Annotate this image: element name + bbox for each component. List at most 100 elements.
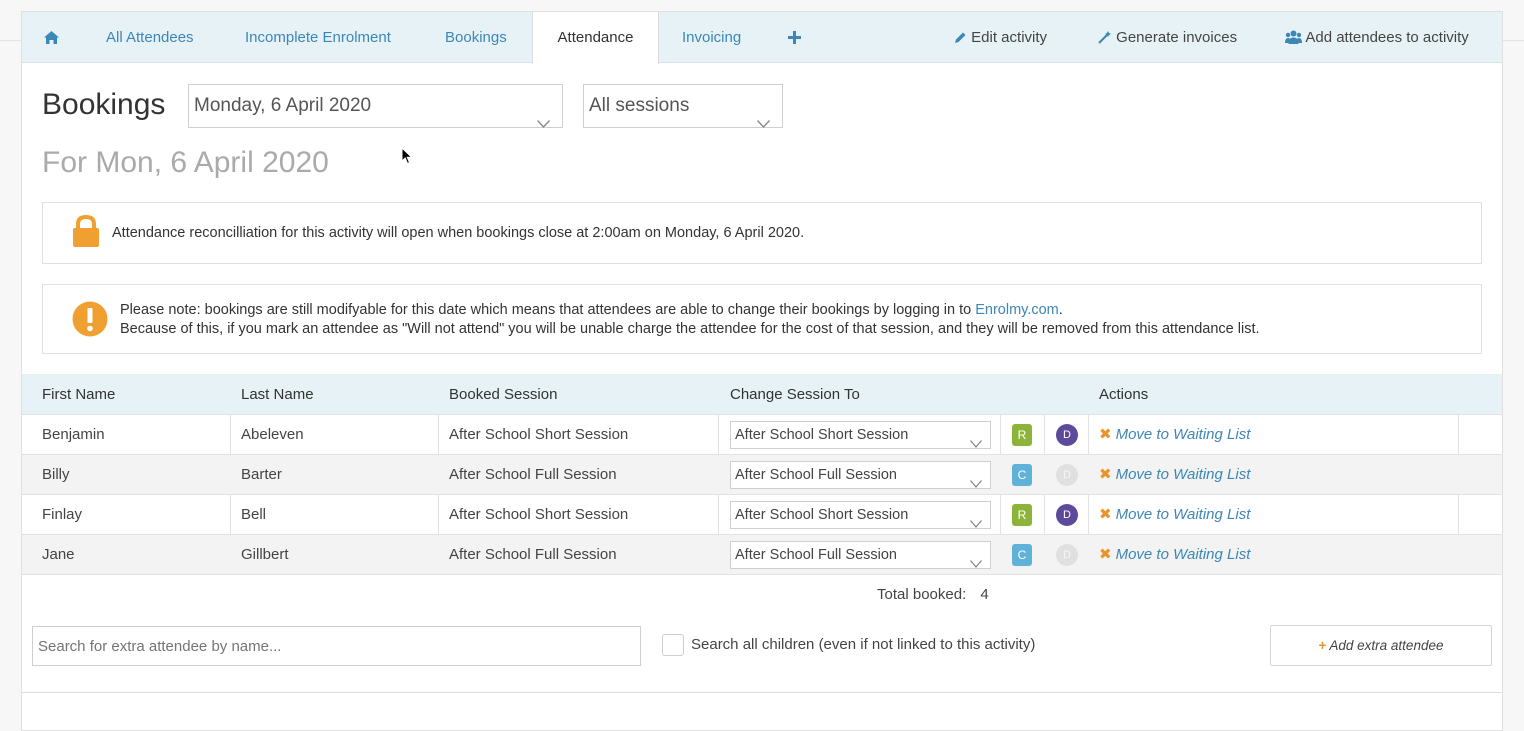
pencil-icon bbox=[954, 29, 971, 46]
tab-all-attendees[interactable]: All Attendees bbox=[106, 12, 194, 63]
lock-icon bbox=[72, 214, 100, 251]
move-to-waiting-list-link[interactable]: ✖ Move to Waiting List bbox=[1099, 535, 1250, 575]
table-row: Finlay Bell After School Short Session A… bbox=[22, 494, 1502, 534]
total-booked: Total booked: 4 bbox=[877, 586, 989, 603]
move-to-waiting-list-link[interactable]: ✖ Move to Waiting List bbox=[1099, 455, 1250, 495]
chevron-down-icon bbox=[970, 551, 982, 578]
move-to-waiting-list-link[interactable]: ✖ Move to Waiting List bbox=[1099, 415, 1250, 455]
session-select[interactable]: All sessions bbox=[583, 84, 783, 129]
enrolmy-link[interactable]: Enrolmy.com bbox=[975, 302, 1059, 318]
generate-invoices-label: Generate invoices bbox=[1116, 29, 1238, 46]
tab-attendance[interactable]: Attendance bbox=[532, 12, 659, 64]
generate-invoices-button[interactable]: Generate invoices bbox=[1098, 12, 1237, 63]
close-icon: ✖ bbox=[1099, 466, 1112, 483]
action-label: Move to Waiting List bbox=[1115, 506, 1251, 523]
tab-incomplete-enrolment[interactable]: Incomplete Enrolment bbox=[245, 12, 391, 63]
header-actions: Actions bbox=[1099, 386, 1149, 403]
attendance-panel: All Attendees Incomplete Enrolment Booki… bbox=[21, 11, 1503, 731]
status-circle[interactable]: D bbox=[1056, 424, 1078, 446]
last-name: Barter bbox=[241, 466, 282, 483]
casual-badge[interactable]: C bbox=[1012, 464, 1032, 486]
tab-home[interactable] bbox=[44, 12, 59, 63]
mouse-cursor-icon bbox=[401, 146, 413, 170]
casual-badge[interactable]: C bbox=[1012, 544, 1032, 566]
status-circle[interactable]: D bbox=[1056, 504, 1078, 526]
warning-line2: Because of this, if you mark an attendee… bbox=[120, 321, 1260, 337]
plus-icon bbox=[788, 29, 801, 46]
change-session-select[interactable]: After School Full Session bbox=[730, 541, 991, 569]
header-booked-session[interactable]: Booked Session bbox=[449, 374, 557, 414]
tab-invoicing[interactable]: Invoicing bbox=[682, 12, 741, 63]
add-attendees-label: Add attendees to activity bbox=[1305, 29, 1469, 46]
footer-divider bbox=[22, 692, 1502, 693]
plus-icon: + bbox=[1318, 638, 1327, 653]
date-select-value: Monday, 6 April 2020 bbox=[194, 95, 372, 116]
add-tab-button[interactable] bbox=[788, 12, 801, 63]
last-name: Abeleven bbox=[241, 426, 304, 443]
header-change-session[interactable]: Change Session To bbox=[730, 374, 860, 414]
warning-notice: Please note: bookings are still modifyab… bbox=[42, 284, 1482, 354]
page-title: Bookings bbox=[42, 88, 166, 121]
table-header: First Name Last Name Booked Session Chan… bbox=[22, 374, 1502, 414]
change-session-value: After School Short Session bbox=[735, 507, 909, 523]
lock-notice: Attendance reconcilliation for this acti… bbox=[42, 202, 1482, 264]
extra-attendee-search-input[interactable] bbox=[32, 626, 641, 666]
edit-activity-button[interactable]: Edit activity bbox=[954, 12, 1047, 63]
users-icon bbox=[1285, 29, 1305, 46]
tab-bar: All Attendees Incomplete Enrolment Booki… bbox=[22, 12, 1502, 64]
home-icon bbox=[44, 29, 59, 46]
booked-session: After School Short Session bbox=[449, 506, 629, 523]
change-session-value: After School Short Session bbox=[735, 427, 909, 443]
action-label: Move to Waiting List bbox=[1115, 426, 1251, 443]
total-booked-value: 4 bbox=[980, 586, 989, 603]
action-label: Move to Waiting List bbox=[1115, 546, 1251, 563]
add-extra-attendee-button[interactable]: + Add extra attendee bbox=[1270, 625, 1492, 666]
booked-session: After School Full Session bbox=[449, 546, 617, 563]
action-label: Move to Waiting List bbox=[1115, 466, 1251, 483]
first-name: Jane bbox=[42, 546, 75, 563]
regular-badge[interactable]: R bbox=[1012, 504, 1032, 526]
warning-line1-suffix: . bbox=[1058, 302, 1063, 318]
booked-session: After School Full Session bbox=[449, 466, 617, 483]
add-attendees-button[interactable]: Add attendees to activity bbox=[1285, 12, 1469, 63]
last-name: Gillbert bbox=[241, 546, 289, 563]
session-select-value: All sessions bbox=[589, 95, 690, 116]
close-icon: ✖ bbox=[1099, 506, 1112, 523]
date-select[interactable]: Monday, 6 April 2020 bbox=[188, 84, 563, 129]
close-icon: ✖ bbox=[1099, 426, 1112, 443]
header-first-name[interactable]: First Name bbox=[42, 374, 115, 414]
magic-wand-icon bbox=[1098, 29, 1116, 46]
add-extra-attendee-label: Add extra attendee bbox=[1329, 638, 1444, 653]
first-name: Benjamin bbox=[42, 426, 105, 443]
search-all-children-checkbox[interactable] bbox=[662, 634, 684, 656]
regular-badge[interactable]: R bbox=[1012, 424, 1032, 446]
status-circle[interactable]: D bbox=[1056, 544, 1078, 566]
warning-line1-prefix: Please note: bookings are still modifyab… bbox=[120, 302, 976, 318]
change-session-select[interactable]: After School Full Session bbox=[730, 461, 991, 489]
table-row: Jane Gillbert After School Full Session … bbox=[22, 534, 1502, 574]
exclamation-icon bbox=[72, 301, 108, 341]
change-session-select[interactable]: After School Short Session bbox=[730, 501, 991, 529]
chevron-down-icon bbox=[536, 102, 551, 144]
chevron-down-icon bbox=[756, 102, 771, 144]
first-name: Billy bbox=[42, 466, 70, 483]
table-row: Benjamin Abeleven After School Short Ses… bbox=[22, 414, 1502, 454]
close-icon: ✖ bbox=[1099, 546, 1112, 563]
change-session-value: After School Full Session bbox=[735, 467, 897, 483]
change-session-value: After School Full Session bbox=[735, 547, 897, 563]
total-booked-label: Total booked: bbox=[877, 586, 967, 603]
move-to-waiting-list-link[interactable]: ✖ Move to Waiting List bbox=[1099, 495, 1250, 535]
warning-text: Please note: bookings are still modifyab… bbox=[120, 301, 1260, 339]
edit-activity-label: Edit activity bbox=[971, 29, 1048, 46]
search-all-children-label: Search all children (even if not linked … bbox=[691, 636, 1036, 653]
tab-bookings[interactable]: Bookings bbox=[445, 12, 507, 63]
page-subtitle: For Mon, 6 April 2020 bbox=[42, 146, 329, 179]
status-circle[interactable]: D bbox=[1056, 464, 1078, 486]
booked-session: After School Short Session bbox=[449, 426, 629, 443]
attendance-table: First Name Last Name Booked Session Chan… bbox=[22, 374, 1502, 575]
lock-notice-text: Attendance reconcilliation for this acti… bbox=[112, 225, 805, 241]
change-session-select[interactable]: After School Short Session bbox=[730, 421, 991, 449]
warning-line1: Please note: bookings are still modifyab… bbox=[120, 301, 1260, 320]
last-name: Bell bbox=[241, 506, 267, 523]
header-last-name[interactable]: Last Name bbox=[241, 374, 314, 414]
